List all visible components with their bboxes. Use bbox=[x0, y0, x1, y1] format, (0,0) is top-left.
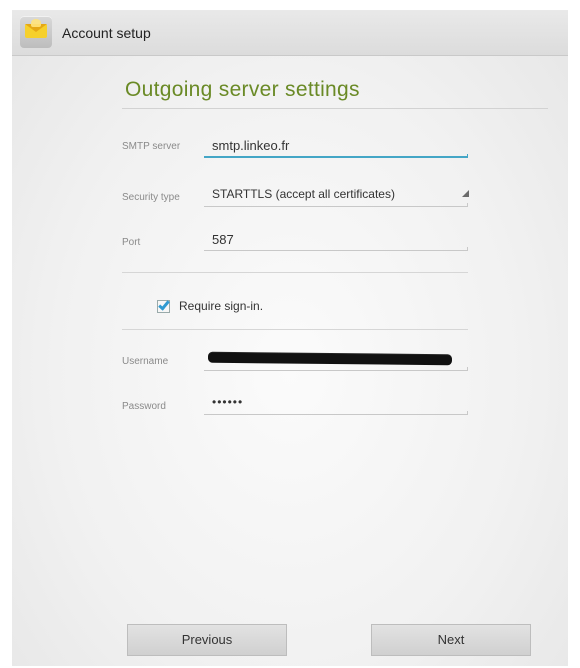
password-input[interactable]: •••••• bbox=[212, 395, 243, 409]
password-underline bbox=[204, 411, 468, 415]
username-redaction bbox=[207, 352, 453, 365]
app-title: Account setup bbox=[62, 25, 151, 41]
security-type-select[interactable]: STARTTLS (accept all certificates) bbox=[212, 187, 395, 201]
port-input[interactable]: 587 bbox=[212, 232, 234, 247]
port-underline bbox=[204, 247, 468, 251]
username-label: Username bbox=[122, 356, 169, 367]
screen: Account setup Outgoing server settings S… bbox=[12, 10, 568, 666]
security-type-label: Security type bbox=[122, 192, 180, 203]
smtp-server-underline bbox=[204, 154, 468, 158]
smtp-server-input[interactable]: smtp.linkeo.fr bbox=[212, 138, 289, 153]
smtp-server-label: SMTP server bbox=[122, 141, 181, 152]
security-type-underline bbox=[204, 203, 468, 207]
page-title: Outgoing server settings bbox=[125, 78, 360, 101]
next-button[interactable]: Next bbox=[371, 624, 531, 656]
password-label: Password bbox=[122, 401, 166, 412]
previous-button[interactable]: Previous bbox=[127, 624, 287, 656]
dropdown-arrow-icon[interactable] bbox=[462, 190, 469, 197]
email-envelope-icon[interactable] bbox=[20, 16, 52, 48]
port-label: Port bbox=[122, 237, 141, 248]
require-signin-label[interactable]: Require sign-in. bbox=[179, 299, 263, 313]
checkmark-icon bbox=[158, 298, 170, 311]
section-divider bbox=[122, 329, 468, 330]
section-divider bbox=[122, 272, 468, 273]
require-signin-checkbox[interactable] bbox=[157, 298, 170, 313]
username-underline[interactable] bbox=[204, 367, 468, 371]
heading-divider bbox=[122, 108, 548, 109]
action-bar: Account setup bbox=[12, 10, 568, 56]
